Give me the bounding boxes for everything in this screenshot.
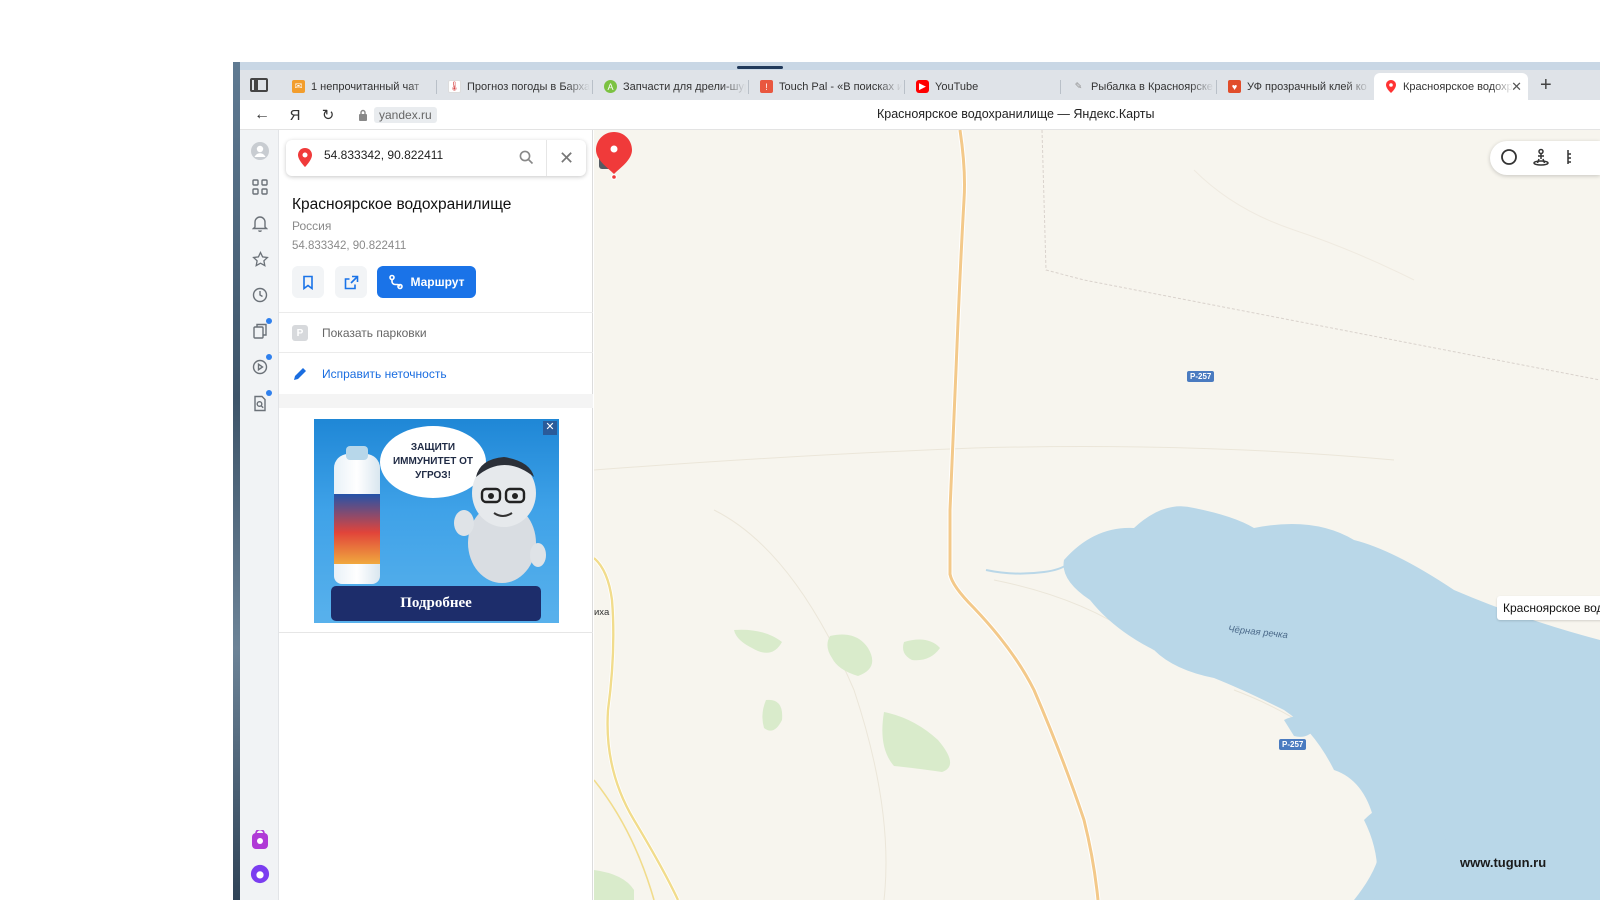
fix-inaccuracy-link: Исправить неточность	[322, 367, 447, 381]
road-shield-r257: Р-257	[1279, 739, 1307, 750]
youtube-icon: ▶	[916, 80, 929, 93]
document-search-icon[interactable]	[250, 390, 272, 413]
shop-icon: ♥	[1228, 80, 1241, 93]
maps-pin-icon	[1384, 80, 1397, 93]
maps-side-panel: ✕ Красноярское водохранилище Россия 54.8…	[279, 130, 593, 900]
ruler-tool-icon[interactable]	[1564, 148, 1584, 168]
tab-mail[interactable]: ✉ 1 непрочитанный чат	[282, 73, 432, 100]
page-title: Красноярское водохранилище — Яндекс.Карт…	[877, 107, 1155, 121]
back-arrow-icon[interactable]: ←	[252, 105, 272, 125]
advertisement-banner[interactable]: ЗАЩИТИ ИММУНИТЕТ ОТ УГРОЗ! ✕ Подробнее	[314, 419, 559, 623]
red-pin-icon	[298, 148, 312, 172]
tab-label: 1 непрочитанный чат	[311, 80, 420, 93]
star-icon[interactable]	[250, 249, 270, 269]
new-tab-icon[interactable]: +	[1540, 75, 1552, 95]
tab-uv-glue[interactable]: ♥ УФ прозрачный клей ко	[1218, 73, 1370, 100]
reload-icon[interactable]: ↻	[318, 105, 338, 125]
map-canvas[interactable]: Р-257 Р-257 Чёрная речка иха Красноярско…	[594, 130, 1600, 900]
alice-assistant-icon[interactable]	[250, 864, 270, 884]
url-field[interactable]: yandex.ru	[358, 106, 437, 124]
bell-icon[interactable]	[250, 213, 270, 233]
route-label: Маршрут	[410, 275, 465, 289]
mascot-image	[454, 457, 546, 583]
search-icon[interactable]	[519, 150, 534, 170]
tab-label: Прогноз погоды в Барха	[467, 80, 590, 93]
video-play-icon[interactable]	[250, 354, 272, 377]
tab-weather[interactable]: 🌡 Прогноз погоды в Барха	[438, 73, 590, 100]
map-controls-bar	[1490, 141, 1600, 175]
tab-label: Touch Pal - «В поисках и	[779, 80, 902, 93]
tab-label: Запчасти для дрели-шур	[623, 80, 746, 93]
close-ad-icon[interactable]: ✕	[543, 421, 557, 435]
settlement-label: иха	[594, 607, 610, 618]
panel-divider	[279, 632, 593, 633]
alice-store-icon[interactable]	[250, 830, 270, 850]
history-clock-icon[interactable]	[250, 285, 270, 305]
url-text: yandex.ru	[374, 107, 437, 123]
route-button[interactable]: Маршрут	[377, 266, 476, 298]
close-icon[interactable]: ✕	[559, 149, 574, 167]
touchpal-icon: !	[760, 80, 773, 93]
parts-site-icon: A	[604, 80, 617, 93]
tab-label: УФ прозрачный клей ко	[1247, 80, 1367, 93]
tab-touchpal[interactable]: ! Touch Pal - «В поисках и	[750, 73, 902, 100]
apps-grid-icon[interactable]	[250, 177, 270, 197]
browser-window: ✉ 1 непрочитанный чат 🌡 Прогноз погоды в…	[240, 62, 1600, 900]
location-marker-icon[interactable]	[594, 130, 634, 182]
thermometer-icon: 🌡	[448, 80, 461, 93]
panel-separator	[279, 394, 593, 408]
layers-circle-icon[interactable]	[1500, 148, 1520, 168]
mail-icon: ✉	[292, 80, 305, 93]
search-divider	[546, 140, 547, 176]
share-button[interactable]	[335, 266, 367, 298]
search-box: ✕	[286, 140, 586, 176]
marker-label[interactable]: Красноярское водохрани...	[1497, 596, 1600, 620]
browser-sidebar	[240, 130, 279, 900]
address-bar: ← Я ↻ yandex.ru Красноярское водохранили…	[240, 100, 1600, 130]
bookmark-button[interactable]	[292, 266, 324, 298]
desktop-wallpaper-edge	[233, 62, 240, 900]
place-coordinates[interactable]: 54.833342, 90.822411	[292, 240, 406, 252]
product-bottle-image	[334, 446, 380, 584]
road-shield-r257: Р-257	[1187, 371, 1215, 382]
pencil-icon	[294, 368, 306, 380]
profile-avatar-icon[interactable]	[250, 141, 270, 161]
tab-youtube[interactable]: ▶ YouTube	[906, 73, 1058, 100]
place-title: Красноярское водохранилище	[292, 196, 512, 213]
tab-label: YouTube	[935, 80, 979, 93]
show-parking-row[interactable]: P Показать парковки	[292, 322, 427, 344]
watermark-text: www.tugun.ru	[1460, 855, 1547, 870]
ad-more-button[interactable]: Подробнее	[331, 586, 541, 621]
yandex-logo-icon[interactable]: Я	[285, 105, 305, 125]
tab-yandex-maps[interactable]: Красноярское водохр ✕	[1374, 73, 1528, 100]
tab-fishing[interactable]: ✎ Рыбалка в Красноярске	[1062, 73, 1214, 100]
tab-label: Красноярское водохр	[1403, 80, 1513, 93]
parking-label: Показать парковки	[322, 326, 427, 340]
lock-icon	[359, 109, 367, 121]
route-icon	[389, 274, 404, 290]
place-country: Россия	[292, 219, 332, 233]
pencil-site-icon: ✎	[1074, 81, 1083, 91]
map-graphics	[594, 130, 1600, 900]
close-tab-icon[interactable]: ✕	[1511, 79, 1522, 95]
tab-drill-parts[interactable]: A Запчасти для дрели-шур	[594, 73, 746, 100]
panorama-person-icon[interactable]	[1532, 148, 1552, 168]
screenshot-stage: ✉ 1 непрочитанный чат 🌡 Прогноз погоды в…	[0, 0, 1600, 900]
share-icon	[344, 275, 358, 289]
tab-label: Рыбалка в Красноярске	[1091, 80, 1213, 93]
tab-strip: ✉ 1 непрочитанный чат 🌡 Прогноз погоды в…	[240, 70, 1600, 100]
search-input[interactable]	[324, 148, 504, 162]
parking-icon: P	[292, 325, 308, 341]
browser-top-border	[240, 62, 1600, 70]
collections-icon[interactable]	[250, 318, 272, 341]
bookmark-icon	[303, 275, 313, 290]
sidebar-toggle-icon[interactable]	[250, 78, 268, 92]
fix-inaccuracy-row[interactable]: Исправить неточность	[292, 363, 447, 385]
